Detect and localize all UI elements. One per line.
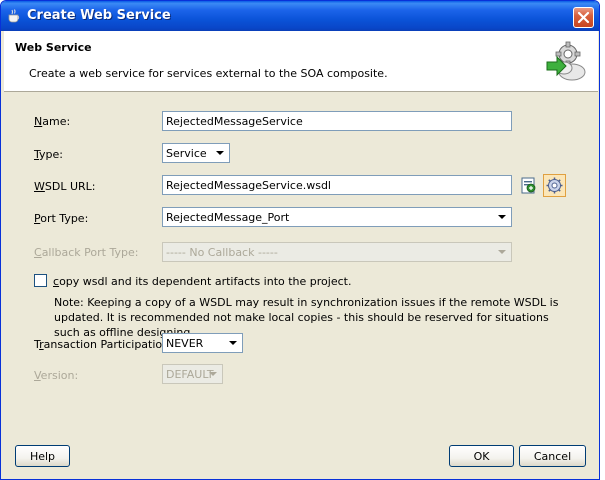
version-select-value: DEFAULT (166, 368, 214, 381)
port-type-select-value: RejectedMessage_Port (166, 211, 290, 224)
name-label: Name: (34, 115, 71, 128)
port-type-select[interactable]: RejectedMessage_Port (162, 207, 512, 227)
title-bar[interactable]: Create Web Service (1, 1, 599, 31)
callback-port-type-label: Callback Port Type: (34, 246, 139, 259)
chevron-down-icon (229, 341, 237, 345)
chevron-down-icon (209, 372, 217, 376)
window-title: Create Web Service (27, 8, 171, 23)
type-label: Type: (34, 148, 63, 161)
create-web-service-dialog: Create Web Service Web Service Create a … (0, 0, 600, 480)
oracle-cup-icon (8, 9, 20, 23)
callback-port-type-select: ----- No Callback ----- (162, 242, 512, 262)
browse-wsdl-icon (521, 177, 536, 194)
header-panel: Web Service Create a web service for ser… (4, 31, 598, 92)
header-description: Create a web service for services extern… (29, 67, 388, 80)
chevron-down-icon (216, 151, 224, 155)
chevron-down-icon (498, 250, 506, 254)
name-input[interactable]: RejectedMessageService (162, 111, 512, 131)
callback-port-type-select-value: ----- No Callback ----- (166, 246, 278, 259)
close-icon (577, 11, 590, 24)
version-label: Version: (34, 369, 79, 382)
transaction-participation-select-value: NEVER (166, 337, 204, 350)
chevron-down-icon (498, 215, 506, 219)
type-select[interactable]: Service (162, 143, 230, 163)
web-service-gear-icon (546, 41, 586, 81)
close-button[interactable] (573, 7, 594, 28)
header-title: Web Service (15, 41, 92, 54)
help-button[interactable]: Help (15, 445, 70, 467)
type-select-value: Service (166, 147, 207, 160)
port-type-label: Port Type: (34, 212, 89, 225)
cancel-button[interactable]: Cancel (519, 445, 586, 467)
version-select: DEFAULT (162, 364, 223, 384)
wsdl-url-input[interactable]: RejectedMessageService.wsdl (162, 175, 512, 195)
copy-wsdl-note: Note: Keeping a copy of a WSDL may resul… (54, 296, 559, 339)
copy-wsdl-checkbox[interactable] (34, 274, 47, 287)
service-explorer-button[interactable] (543, 174, 566, 197)
transaction-participation-label: Transaction Participation: (34, 338, 173, 351)
wsdl-url-label: WSDL URL: (34, 180, 96, 193)
browse-wsdl-button[interactable] (518, 175, 540, 197)
ok-button[interactable]: OK (449, 445, 514, 467)
transaction-participation-select[interactable]: NEVER (162, 333, 243, 353)
service-explorer-icon (546, 177, 563, 194)
copy-wsdl-label[interactable]: copy wsdl and its dependent artifacts in… (53, 275, 351, 288)
